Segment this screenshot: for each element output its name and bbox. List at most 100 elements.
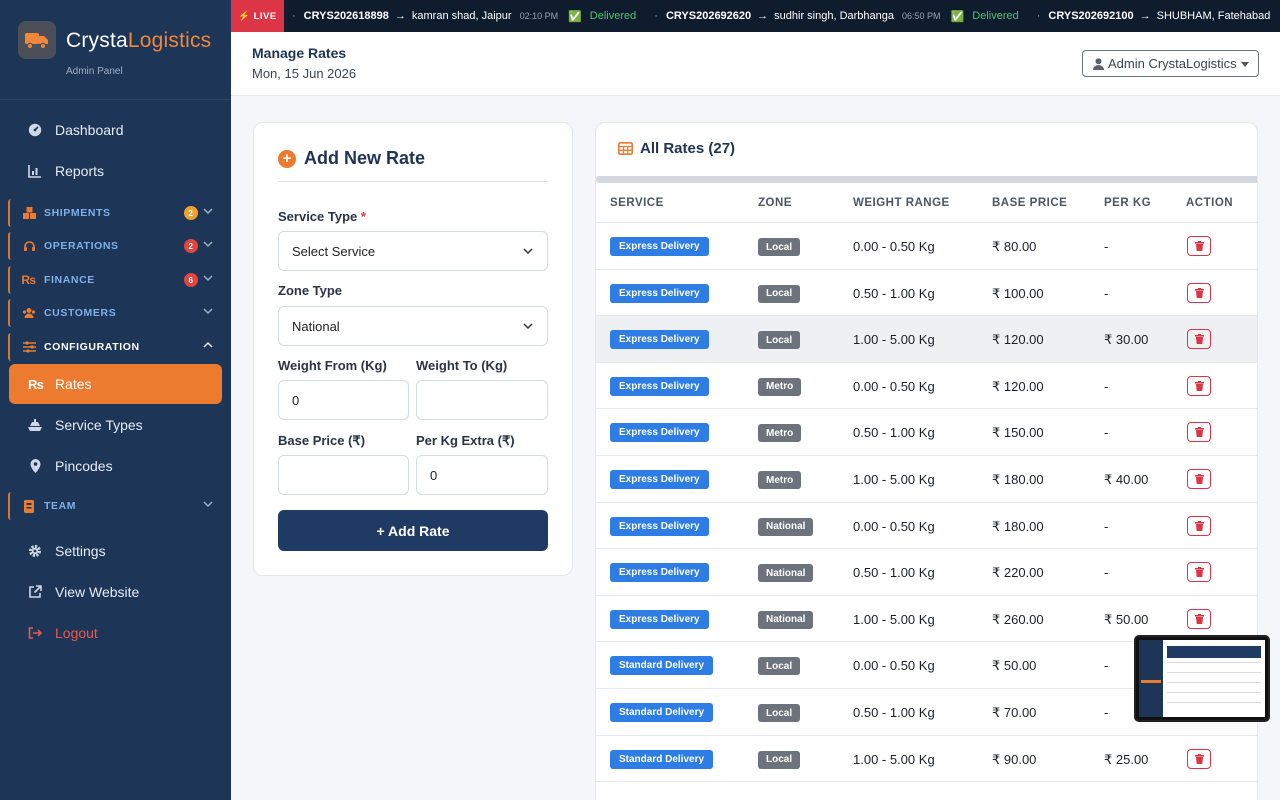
nav-settings[interactable]: Settings: [0, 531, 231, 571]
nav-dashboard[interactable]: Dashboard: [0, 110, 231, 150]
delete-button[interactable]: [1187, 329, 1211, 350]
per-kg-cell: -: [1104, 425, 1109, 441]
service-badge: Express Delivery: [610, 516, 709, 536]
column-header: BASE PRICE: [992, 197, 1068, 209]
delete-button[interactable]: [1187, 515, 1211, 536]
add-rate-card: + Add New Rate Service Type * Select Ser…: [253, 122, 573, 576]
column-header: ACTION: [1186, 197, 1234, 209]
section-team[interactable]: TEAM: [8, 492, 223, 520]
nav-view-website[interactable]: View Website: [0, 572, 231, 612]
per-kg-cell: -: [1104, 658, 1109, 674]
base-price-cell: ₹ 180.00: [992, 518, 1044, 534]
weight-range-cell: 1.00 - 5.00 Kg: [853, 332, 935, 348]
zone-badge: Local: [758, 657, 801, 676]
trash-icon: [1194, 241, 1204, 251]
delete-button[interactable]: [1187, 282, 1211, 303]
brand-name[interactable]: CrystaLogistics: [66, 29, 211, 53]
service-badge: Express Delivery: [610, 330, 709, 350]
service-badge: Express Delivery: [610, 609, 709, 629]
page-title: Manage Rates: [252, 45, 347, 61]
trash-icon: [1194, 287, 1204, 298]
base-price-cell: ₹ 120.00: [992, 332, 1044, 348]
section-finance[interactable]: ₨ FINANCE 6: [8, 266, 223, 294]
check-icon: ✅: [950, 10, 965, 23]
table-icon: [618, 142, 633, 155]
user-menu-button[interactable]: Admin CrystaLogistics: [1082, 50, 1259, 77]
base-price-cell: ₹ 120.00: [992, 378, 1044, 394]
service-badge: Express Delivery: [610, 563, 709, 583]
zone-type-select[interactable]: National: [278, 306, 548, 346]
zone-badge: Metro: [758, 471, 802, 489]
delete-button[interactable]: [1187, 422, 1211, 443]
column-header: ZONE: [758, 197, 792, 209]
chart-icon: [27, 163, 43, 179]
base-price-cell: ₹ 70.00: [992, 705, 1037, 720]
delete-button[interactable]: [1187, 608, 1211, 629]
horizontal-scrollbar[interactable]: [596, 176, 1257, 183]
base-price-cell: ₹ 80.00: [992, 239, 1037, 254]
operations-badge: 2: [184, 239, 198, 253]
base-price-cell: ₹ 90.00: [992, 751, 1037, 767]
base-price-input[interactable]: [278, 455, 409, 495]
base-price-cell: ₹ 50.00: [992, 658, 1037, 674]
caret-down-icon: [1241, 62, 1249, 67]
trash-icon: [1194, 613, 1204, 624]
zone-badge: Local: [758, 331, 801, 350]
delete-button[interactable]: [1187, 236, 1211, 256]
chevron-down-icon: [203, 275, 213, 282]
delete-button[interactable]: [1187, 469, 1211, 489]
map-pin-icon: [27, 458, 43, 474]
table-row: Express Delivery Local 0.00 - 0.50 Kg ₹ 80.…: [596, 223, 1257, 270]
per-kg-cell: ₹ 30.00: [1104, 332, 1149, 348]
arrow-right-icon: →: [757, 10, 769, 22]
brand-subtitle: Admin Panel: [66, 66, 123, 77]
ticker-status: ✅ Delivered: [568, 10, 637, 23]
headset-icon: [22, 239, 36, 253]
per-kg-extra-label: Per Kg Extra (₹): [416, 433, 515, 448]
table-row: Express Delivery Metro 0.50 - 1.00 Kg ₹ 150…: [596, 409, 1257, 456]
nav-rates[interactable]: ₨ Rates: [9, 364, 222, 404]
screen-preview-thumbnail[interactable]: [1134, 635, 1270, 722]
per-kg-cell: -: [1104, 565, 1109, 581]
section-operations[interactable]: OPERATIONS 2: [8, 232, 223, 260]
nav-reports[interactable]: Reports: [0, 151, 231, 191]
service-badge: Express Delivery: [610, 423, 709, 443]
add-rate-button[interactable]: + Add Rate: [278, 510, 548, 551]
ship-icon: [27, 417, 43, 433]
per-kg-cell: -: [1104, 378, 1109, 394]
nav-service-types[interactable]: Service Types: [0, 405, 231, 445]
weight-range-cell: 0.00 - 0.50 Kg: [853, 239, 935, 254]
section-configuration[interactable]: CONFIGURATION: [8, 333, 223, 361]
live-ticker: ⚡ LIVE · CRYS202618898 → kamran shad, Jai…: [231, 0, 1280, 32]
users-icon: [22, 306, 36, 320]
rupee-icon: ₨: [28, 376, 44, 392]
chevron-down-icon: [203, 208, 213, 215]
per-kg-cell: ₹ 25.00: [1104, 751, 1149, 767]
zone-badge: Local: [758, 284, 801, 303]
delete-button[interactable]: [1187, 562, 1211, 583]
chevron-down-icon: [523, 248, 533, 255]
rates-title: All Rates (27): [618, 140, 735, 157]
section-shipments[interactable]: SHIPMENTS 2: [8, 199, 223, 227]
weight-from-input[interactable]: 0: [278, 380, 409, 420]
section-customers[interactable]: CUSTOMERS: [8, 299, 223, 327]
per-kg-extra-input[interactable]: 0: [416, 455, 548, 495]
ticker-item[interactable]: · CRYS202692100 → SHUBHAM, Fatehabad: [1037, 10, 1271, 22]
chevron-up-icon: [203, 341, 213, 348]
ticker-item[interactable]: · CRYS202618898 → kamran shad, Jaipur 02…: [292, 10, 558, 22]
delete-button[interactable]: [1187, 375, 1211, 396]
service-type-select[interactable]: Select Service: [278, 231, 548, 271]
zone-badge: National: [758, 517, 814, 536]
ticker-item[interactable]: · CRYS202692620 → sudhir singh, Darbhang…: [654, 10, 940, 22]
zone-badge: National: [758, 610, 814, 629]
delete-button[interactable]: [1187, 748, 1211, 769]
external-link-icon: [27, 584, 43, 600]
nav-pincodes[interactable]: Pincodes: [0, 446, 231, 486]
weight-to-input[interactable]: [416, 380, 548, 420]
service-badge: Express Delivery: [610, 470, 709, 489]
user-icon: [1093, 57, 1104, 70]
truck-logo-icon: [18, 21, 56, 59]
rupee-icon: ₨: [21, 273, 37, 287]
nav-logout[interactable]: Logout: [0, 613, 231, 653]
table-row: Standard Delivery Local 1.00 - 5.00 Kg ₹ 90…: [596, 736, 1257, 783]
